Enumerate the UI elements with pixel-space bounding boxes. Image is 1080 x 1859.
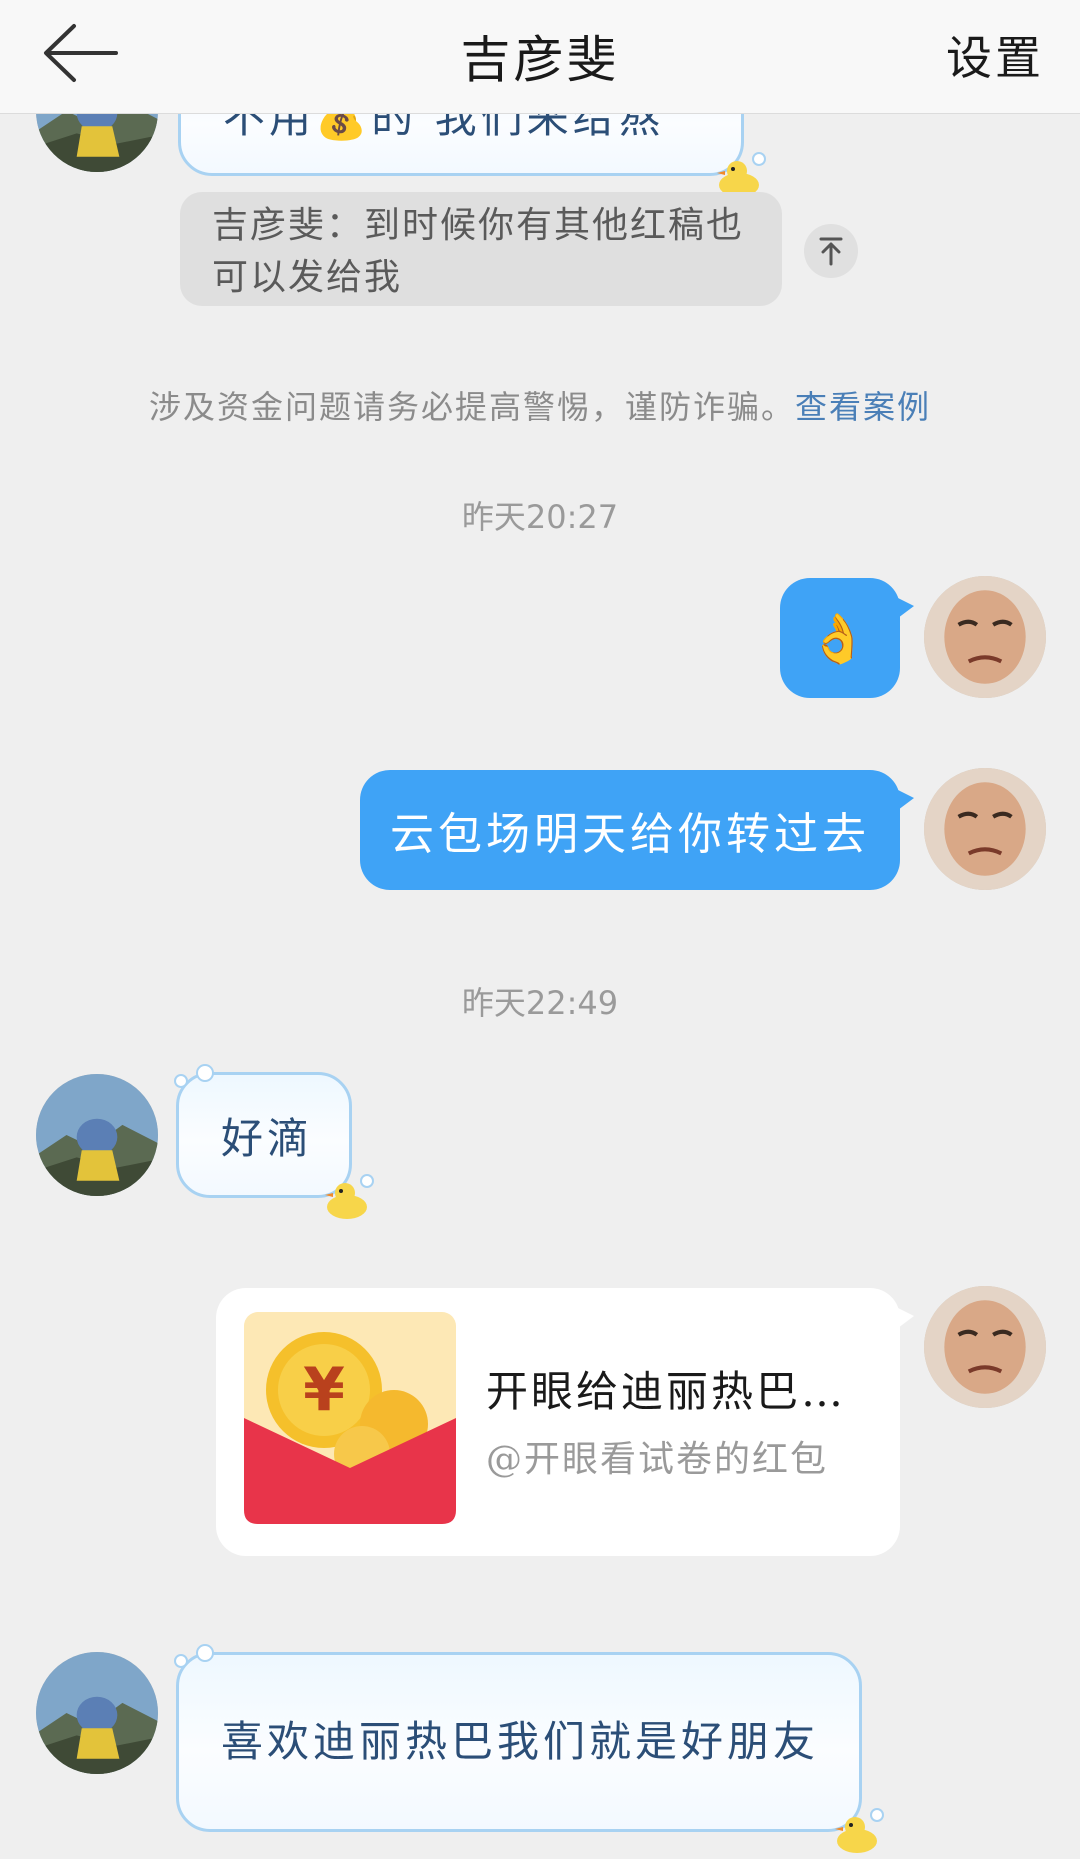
chat-header: 吉彦斐 设置 [0,0,1080,114]
contact-avatar[interactable] [36,1074,158,1196]
message-text: 云包场明天给你转过去 [390,809,870,860]
settings-button[interactable]: 设置 [946,22,1044,88]
my-avatar[interactable] [924,576,1046,698]
fraud-notice: 涉及资金问题请务必提高警惕，谨防诈骗。查看案例 [0,382,1080,428]
bubble-dots-icon [174,1644,214,1668]
ok-hand-icon: 👌 [808,610,872,667]
message-text: 好滴 [221,1113,314,1163]
duck-sticker-icon [325,1174,374,1219]
my-avatar[interactable] [924,1286,1046,1408]
fraud-notice-text: 涉及资金问题请务必提高警惕，谨防诈骗。 [148,388,795,426]
timestamp: 昨天20:27 [461,498,619,536]
red-packet-card[interactable]: ¥ 开眼给迪丽热巴… @开眼看试卷的红包 [216,1288,914,1556]
emoji-bubble[interactable]: 👌 [780,578,914,698]
chat-title: 吉彦斐 [460,31,620,89]
view-cases-link[interactable]: 查看案例 [795,388,931,426]
timestamp: 昨天22:49 [461,984,619,1022]
my-avatar[interactable] [924,768,1046,890]
duck-sticker-icon [835,1808,884,1853]
red-packet-subtitle: @开眼看试卷的红包 [486,1439,829,1480]
contact-avatar[interactable] [36,1652,158,1774]
scroll-to-quote-icon[interactable] [804,224,858,278]
message-text: 喜欢迪丽热巴我们就是好朋友 [221,1717,820,1766]
red-packet-icon: ¥ [244,1312,456,1524]
svg-text:¥: ¥ [303,1355,345,1425]
sent-message-bubble[interactable]: 云包场明天给你转过去 [360,770,914,890]
quoted-message[interactable]: 吉彦斐：到时候你有其他红稿也可以发给我 [180,192,782,306]
bubble-dots-icon [174,1064,214,1088]
red-packet-title: 开眼给迪丽热巴… [486,1367,847,1416]
received-message-bubble[interactable]: 喜欢迪丽热巴我们就是好朋友 [174,1644,884,1853]
received-message-bubble[interactable]: 好滴 [174,1064,374,1219]
